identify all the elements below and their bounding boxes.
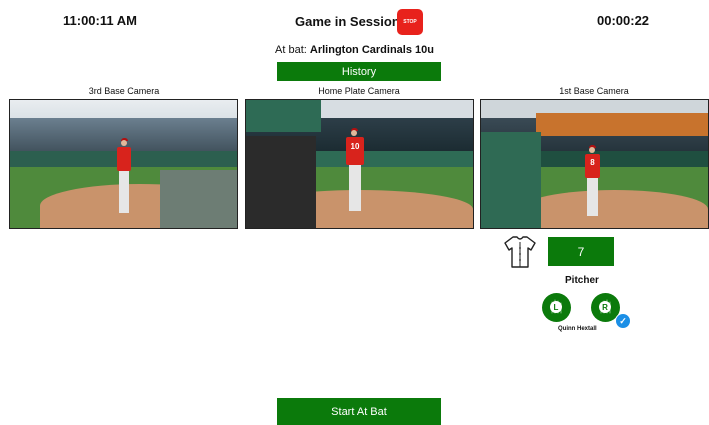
jersey-icon	[502, 234, 538, 270]
camera-feed-3rd-base[interactable]	[9, 99, 238, 229]
camera-feed-1st-base[interactable]: 8	[480, 99, 709, 229]
throws-left-button[interactable]: L	[542, 293, 571, 322]
pitcher-name: Quinn Hextall	[558, 326, 597, 332]
session-title: Game in Session	[295, 14, 400, 29]
at-bat-line: At bat: Arlington Cardinals 10u	[0, 44, 709, 56]
at-bat-team: Arlington Cardinals 10u	[309, 44, 434, 56]
stop-button[interactable]: STOP	[397, 9, 423, 35]
camera-feed-home-plate[interactable]: 10	[245, 99, 474, 229]
camera-label-1st-base: 1st Base Camera	[559, 86, 629, 96]
start-at-bat-button[interactable]: Start At Bat	[277, 398, 441, 425]
pitcher-jersey-number[interactable]: 7	[548, 237, 614, 266]
check-icon: ✓	[615, 313, 631, 329]
camera-label-home-plate: Home Plate Camera	[318, 86, 400, 96]
at-bat-prefix: At bat:	[275, 44, 307, 56]
history-button[interactable]: History	[277, 62, 441, 81]
batter-jersey-number: 10	[350, 142, 360, 151]
hand-right-label: R	[599, 301, 611, 313]
batter-jersey-number: 8	[590, 158, 595, 167]
hand-left-label: L	[550, 301, 562, 313]
pitcher-label: Pitcher	[565, 275, 599, 286]
elapsed-timer: 00:00:22	[597, 13, 650, 28]
clock-time: 11:00:11 AM	[63, 13, 137, 28]
camera-label-3rd-base: 3rd Base Camera	[88, 86, 160, 96]
